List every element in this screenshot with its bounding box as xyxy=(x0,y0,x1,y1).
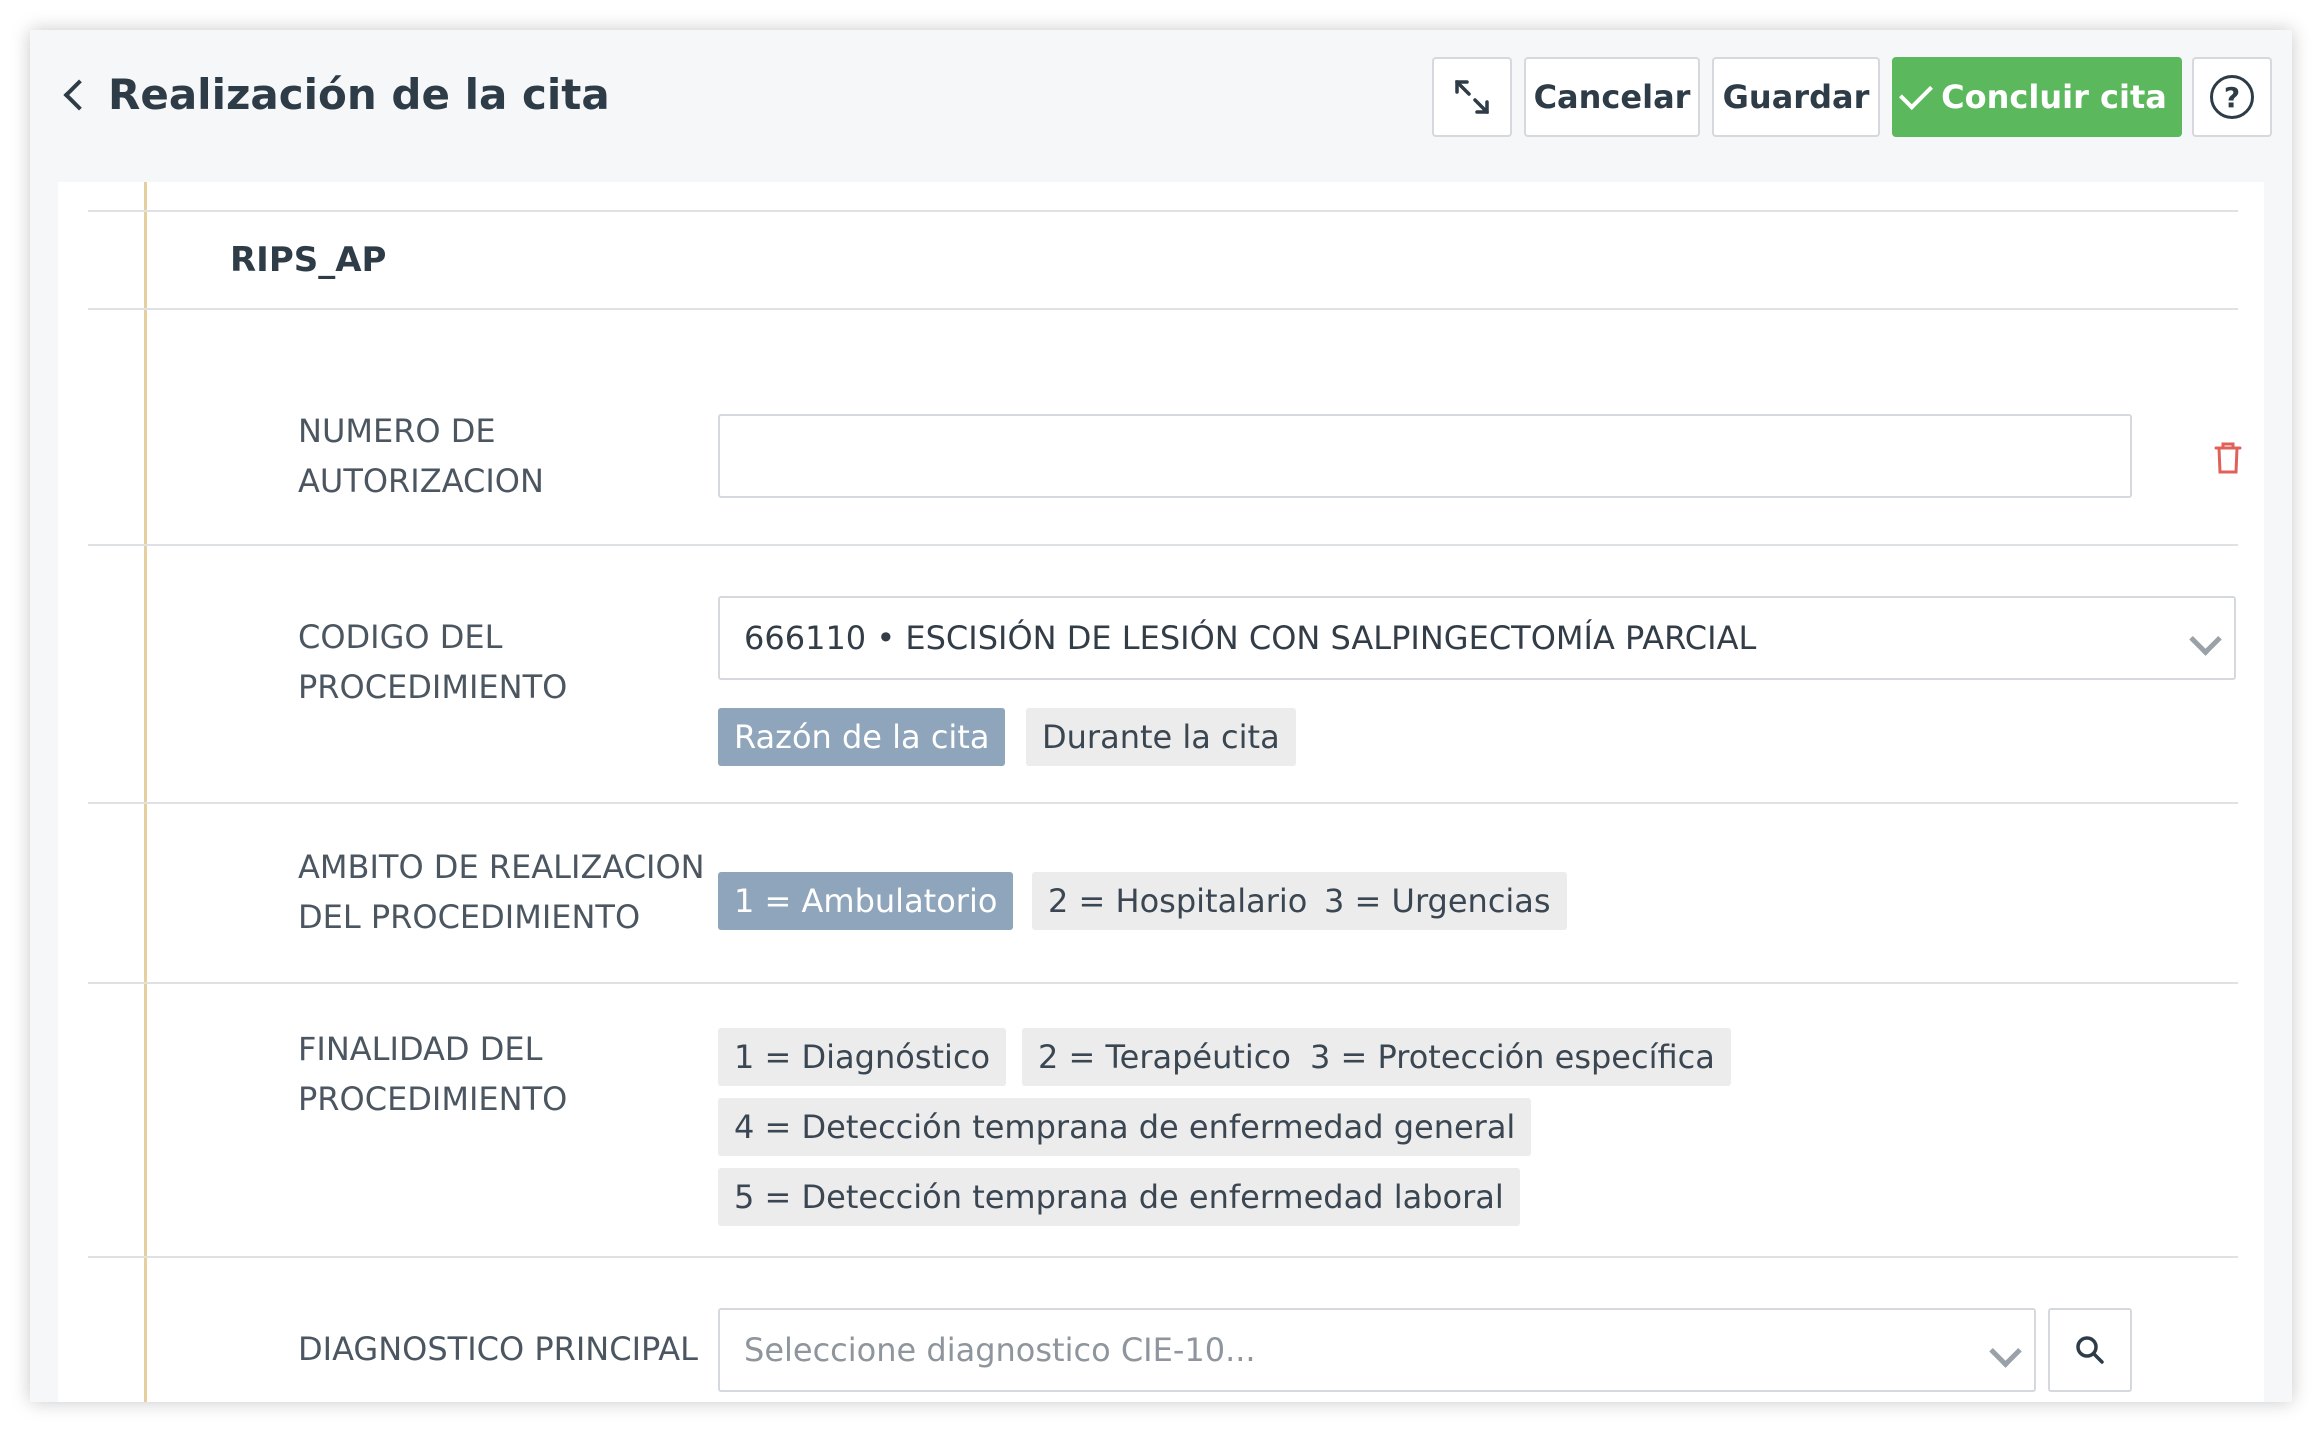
procedure-code-value: 666110 • ESCISIÓN DE LESIÓN CON SALPINGE… xyxy=(744,619,1757,657)
scope-label-line1: AMBITO DE REALIZACION xyxy=(298,848,705,886)
header-bar: Realización de la cita Cancelar Guardar … xyxy=(30,30,2292,182)
trash-icon[interactable] xyxy=(2212,440,2244,476)
procedure-code-label-line2: PROCEDIMIENTO xyxy=(298,668,568,706)
chevron-left-icon xyxy=(63,78,95,111)
diagnosis-placeholder: Seleccione diagnostico CIE-10... xyxy=(744,1331,1256,1369)
chip-hospitalario[interactable]: 2 = Hospitalario xyxy=(1032,872,1324,930)
scope-label-line2: DEL PROCEDIMIENTO xyxy=(298,898,641,936)
divider xyxy=(88,308,2238,310)
section-title: RIPS_AP xyxy=(230,240,387,280)
chip-deteccion-laboral[interactable]: 5 = Detección temprana de enfermedad lab… xyxy=(718,1168,1520,1226)
authorization-label-line2: AUTORIZACION xyxy=(298,462,544,500)
chip-during-appointment[interactable]: Durante la cita xyxy=(1026,708,1296,766)
divider xyxy=(88,802,2238,804)
purpose-label-line1: FINALIDAD DEL xyxy=(298,1030,543,1068)
conclude-label: Concluir cita xyxy=(1941,78,2167,116)
divider xyxy=(88,1256,2238,1258)
timeline-line xyxy=(144,182,147,1402)
save-button[interactable]: Guardar xyxy=(1712,57,1880,137)
form-panel: RIPS_AP NUMERO DE AUTORIZACION CODIGO DE… xyxy=(58,182,2264,1402)
cancel-button[interactable]: Cancelar xyxy=(1524,57,1700,137)
chip-terapeutico[interactable]: 2 = Terapéutico xyxy=(1022,1028,1307,1086)
procedure-code-select[interactable]: 666110 • ESCISIÓN DE LESIÓN CON SALPINGE… xyxy=(718,596,2236,680)
chevron-down-icon xyxy=(2189,623,2222,656)
expand-icon xyxy=(1455,80,1489,114)
purpose-label: FINALIDAD DEL PROCEDIMIENTO xyxy=(298,1024,567,1124)
appointment-window: Realización de la cita Cancelar Guardar … xyxy=(30,30,2292,1402)
diagnosis-label: DIAGNOSTICO PRINCIPAL xyxy=(298,1330,698,1368)
chip-proteccion-especifica[interactable]: 3 = Protección específica xyxy=(1294,1028,1731,1086)
purpose-label-line2: PROCEDIMIENTO xyxy=(298,1080,568,1118)
conclude-appointment-button[interactable]: Concluir cita xyxy=(1892,57,2182,137)
authorization-label: NUMERO DE AUTORIZACION xyxy=(298,406,544,506)
chevron-down-icon xyxy=(1989,1335,2022,1368)
chip-deteccion-general[interactable]: 4 = Detección temprana de enfermedad gen… xyxy=(718,1098,1532,1156)
chip-reason-of-appointment[interactable]: Razón de la cita xyxy=(718,708,1006,766)
chip-ambulatorio[interactable]: 1 = Ambulatorio xyxy=(718,872,1014,930)
divider xyxy=(88,210,2238,212)
scope-label: AMBITO DE REALIZACION DEL PROCEDIMIENTO xyxy=(298,842,705,942)
divider xyxy=(88,982,2238,984)
page-title: Realización de la cita xyxy=(108,70,610,119)
authorization-label-line1: NUMERO DE xyxy=(298,412,496,450)
help-icon: ? xyxy=(2210,75,2254,119)
expand-button[interactable] xyxy=(1432,57,1512,137)
diagnosis-search-button[interactable] xyxy=(2048,1308,2132,1392)
procedure-code-label: CODIGO DEL PROCEDIMIENTO xyxy=(298,612,567,712)
search-icon xyxy=(2076,1336,2104,1364)
back-link[interactable]: Realización de la cita xyxy=(63,70,610,119)
check-icon xyxy=(1899,76,1934,110)
chip-diagnostico[interactable]: 1 = Diagnóstico xyxy=(718,1028,1007,1086)
chip-urgencias[interactable]: 3 = Urgencias xyxy=(1308,872,1567,930)
diagnosis-select[interactable]: Seleccione diagnostico CIE-10... xyxy=(718,1308,2036,1392)
authorization-number-input[interactable] xyxy=(718,414,2132,498)
help-button[interactable]: ? xyxy=(2192,57,2272,137)
divider xyxy=(88,544,2238,546)
procedure-code-label-line1: CODIGO DEL xyxy=(298,618,503,656)
